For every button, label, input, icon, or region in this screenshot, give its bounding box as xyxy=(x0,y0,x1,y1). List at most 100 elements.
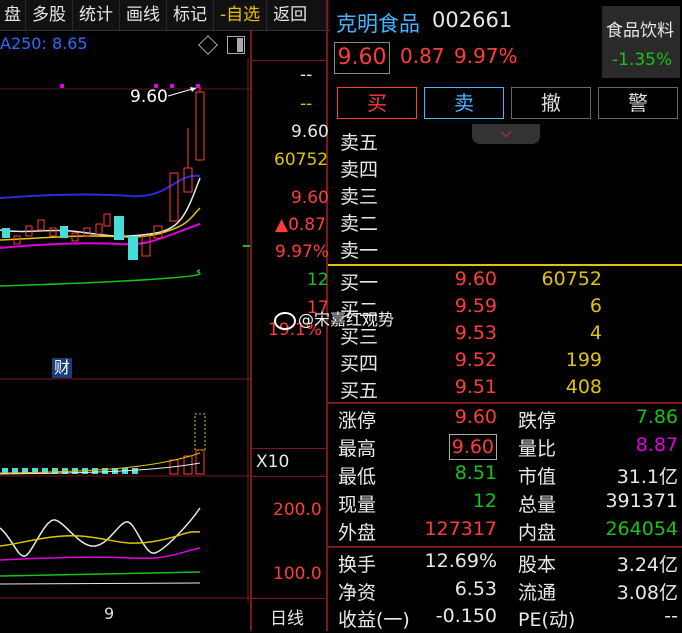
ask-row[interactable]: 卖二 xyxy=(332,209,682,236)
price-change: 0.87 xyxy=(400,44,445,68)
toolbar-item-draw-line[interactable]: 画线 xyxy=(120,0,167,30)
bid-label: 买五 xyxy=(340,380,379,402)
toolbar-item-watchlist[interactable]: -自选 xyxy=(214,0,268,30)
ask-row[interactable]: 卖一 xyxy=(332,236,682,263)
stat-value: 9.60 xyxy=(448,434,497,460)
stat-row: 收益(一) -0.150 PE(动) -- xyxy=(332,605,682,633)
stat-value: 8.87 xyxy=(635,434,678,456)
stat-row: 现量 12 总量 391371 xyxy=(332,490,682,518)
divider xyxy=(250,30,252,631)
divider xyxy=(328,546,682,548)
strip-dash-2: -- xyxy=(300,94,313,114)
bid-row[interactable]: 买五 9.51 408 xyxy=(332,376,682,403)
ma-line-green xyxy=(0,269,201,287)
toolbar-item-panel[interactable]: 盘 xyxy=(0,0,26,30)
ask-label: 卖一 xyxy=(340,240,379,262)
stat-value: 264054 xyxy=(605,518,678,540)
stat-row: 最高 9.60 量比 8.87 xyxy=(332,434,682,462)
strip-change: ▲0.87 xyxy=(275,215,326,235)
bid-price: 9.59 xyxy=(454,295,497,317)
bid-label: 买一 xyxy=(340,272,379,294)
bid-row[interactable]: 买四 9.52 199 xyxy=(332,349,682,376)
strip-current-vol: 12 xyxy=(307,270,329,290)
volume-bars xyxy=(0,413,206,475)
alert-button[interactable]: 警 xyxy=(598,87,678,119)
stat-value: 6.53 xyxy=(454,578,497,600)
stat-value: 12.69% xyxy=(424,550,497,572)
cancel-order-button[interactable]: 撤 xyxy=(511,87,591,119)
ask-label: 卖五 xyxy=(340,132,379,154)
bid-volume: 60752 xyxy=(541,268,602,290)
stat-row: 涨停 9.60 跌停 7.86 xyxy=(332,406,682,434)
stock-code: 002661 xyxy=(432,8,513,32)
sell-button[interactable]: 卖 xyxy=(424,87,504,119)
stat-value: 31.1亿 xyxy=(616,466,678,488)
weibo-icon xyxy=(274,311,296,330)
stat-row: 最低 8.51 市值 31.1亿 xyxy=(332,462,682,490)
watermark-text: @宋嘉红观势 xyxy=(298,310,395,329)
toolbar-item-back[interactable]: 返回 xyxy=(267,0,313,30)
sector-box[interactable]: 食品饮料 -1.35% xyxy=(602,6,680,78)
toolbar-item-multi-stock[interactable]: 多股 xyxy=(26,0,73,30)
volume-multiplier[interactable]: X10 xyxy=(256,452,289,472)
stat-row: 换手 12.69% 股本 3.24亿 xyxy=(332,550,682,578)
current-price-tick xyxy=(243,245,250,247)
stat-label: 跌停 xyxy=(518,410,557,432)
stat-row: 外盘 127317 内盘 264054 xyxy=(332,518,682,546)
stat-value: 9.60 xyxy=(454,406,497,428)
chart-toolbar: 盘 多股 统计 画线 标记 -自选 返回 xyxy=(0,0,330,31)
bid-price: 9.52 xyxy=(454,349,497,371)
stat-label: 流通 xyxy=(518,582,557,604)
bid-price: 9.60 xyxy=(454,268,497,290)
stat-label: 最低 xyxy=(338,466,377,488)
stat-value: 7.86 xyxy=(635,406,678,428)
bid-price: 9.53 xyxy=(454,322,497,344)
stat-row: 净资 6.53 流通 3.08亿 xyxy=(332,578,682,606)
indicator-lines xyxy=(0,507,201,585)
buy-button[interactable]: 买 xyxy=(337,87,417,119)
toolbar-item-mark[interactable]: 标记 xyxy=(167,0,214,30)
ask-row[interactable]: 卖三 xyxy=(332,182,682,209)
stat-value: 3.08亿 xyxy=(616,582,678,604)
stat-label: PE(动) xyxy=(518,609,576,631)
orderbook-divider xyxy=(328,264,682,266)
bid-volume: 408 xyxy=(565,376,602,398)
sector-change: -1.35% xyxy=(612,50,673,70)
stat-label: 净资 xyxy=(338,582,377,604)
bid-volume: 199 xyxy=(565,349,602,371)
period-label[interactable]: 日线 xyxy=(270,604,304,629)
finance-badge[interactable]: 财 xyxy=(52,358,73,378)
ma250-label: A250: 8.65 xyxy=(0,34,88,53)
stat-value: -- xyxy=(664,605,678,627)
strip-price-2: 9.60 xyxy=(291,188,329,208)
current-price-box: 9.60 xyxy=(334,42,390,74)
high-price-marker: 9.60 xyxy=(130,87,168,107)
kline-chart[interactable] xyxy=(0,58,250,603)
diamond-icon[interactable] xyxy=(198,35,218,55)
stat-value: 12 xyxy=(472,490,497,512)
stat-value: 391371 xyxy=(605,490,678,512)
toolbar-item-statistics[interactable]: 统计 xyxy=(73,0,120,30)
stat-value: 3.24亿 xyxy=(616,554,678,576)
ask-label: 卖四 xyxy=(340,159,379,181)
ask-label: 卖二 xyxy=(340,213,379,235)
bid-price: 9.51 xyxy=(454,376,497,398)
divider xyxy=(328,402,682,404)
divider xyxy=(252,60,326,61)
divider xyxy=(252,476,326,477)
ask-row[interactable]: 卖四 xyxy=(332,155,682,182)
panel-toggle-icon[interactable] xyxy=(227,36,245,54)
bid-row[interactable]: 买一 9.60 60752 xyxy=(332,268,682,295)
stat-label: 外盘 xyxy=(338,522,377,544)
sector-name: 食品饮料 xyxy=(606,21,674,41)
ask-row[interactable]: 卖五 xyxy=(332,128,682,155)
price-change-pct: 9.97% xyxy=(454,44,518,68)
stock-name: 克明食品 xyxy=(336,12,420,36)
stat-label: 现量 xyxy=(338,494,377,516)
stat-label: 换手 xyxy=(338,554,377,576)
ask-label: 卖三 xyxy=(340,186,379,208)
stat-value: 8.51 xyxy=(454,462,497,484)
indicator-level-200: 200.0 xyxy=(273,500,322,520)
stat-label: 最高 xyxy=(338,438,377,460)
stat-label: 收益(一) xyxy=(338,609,410,631)
